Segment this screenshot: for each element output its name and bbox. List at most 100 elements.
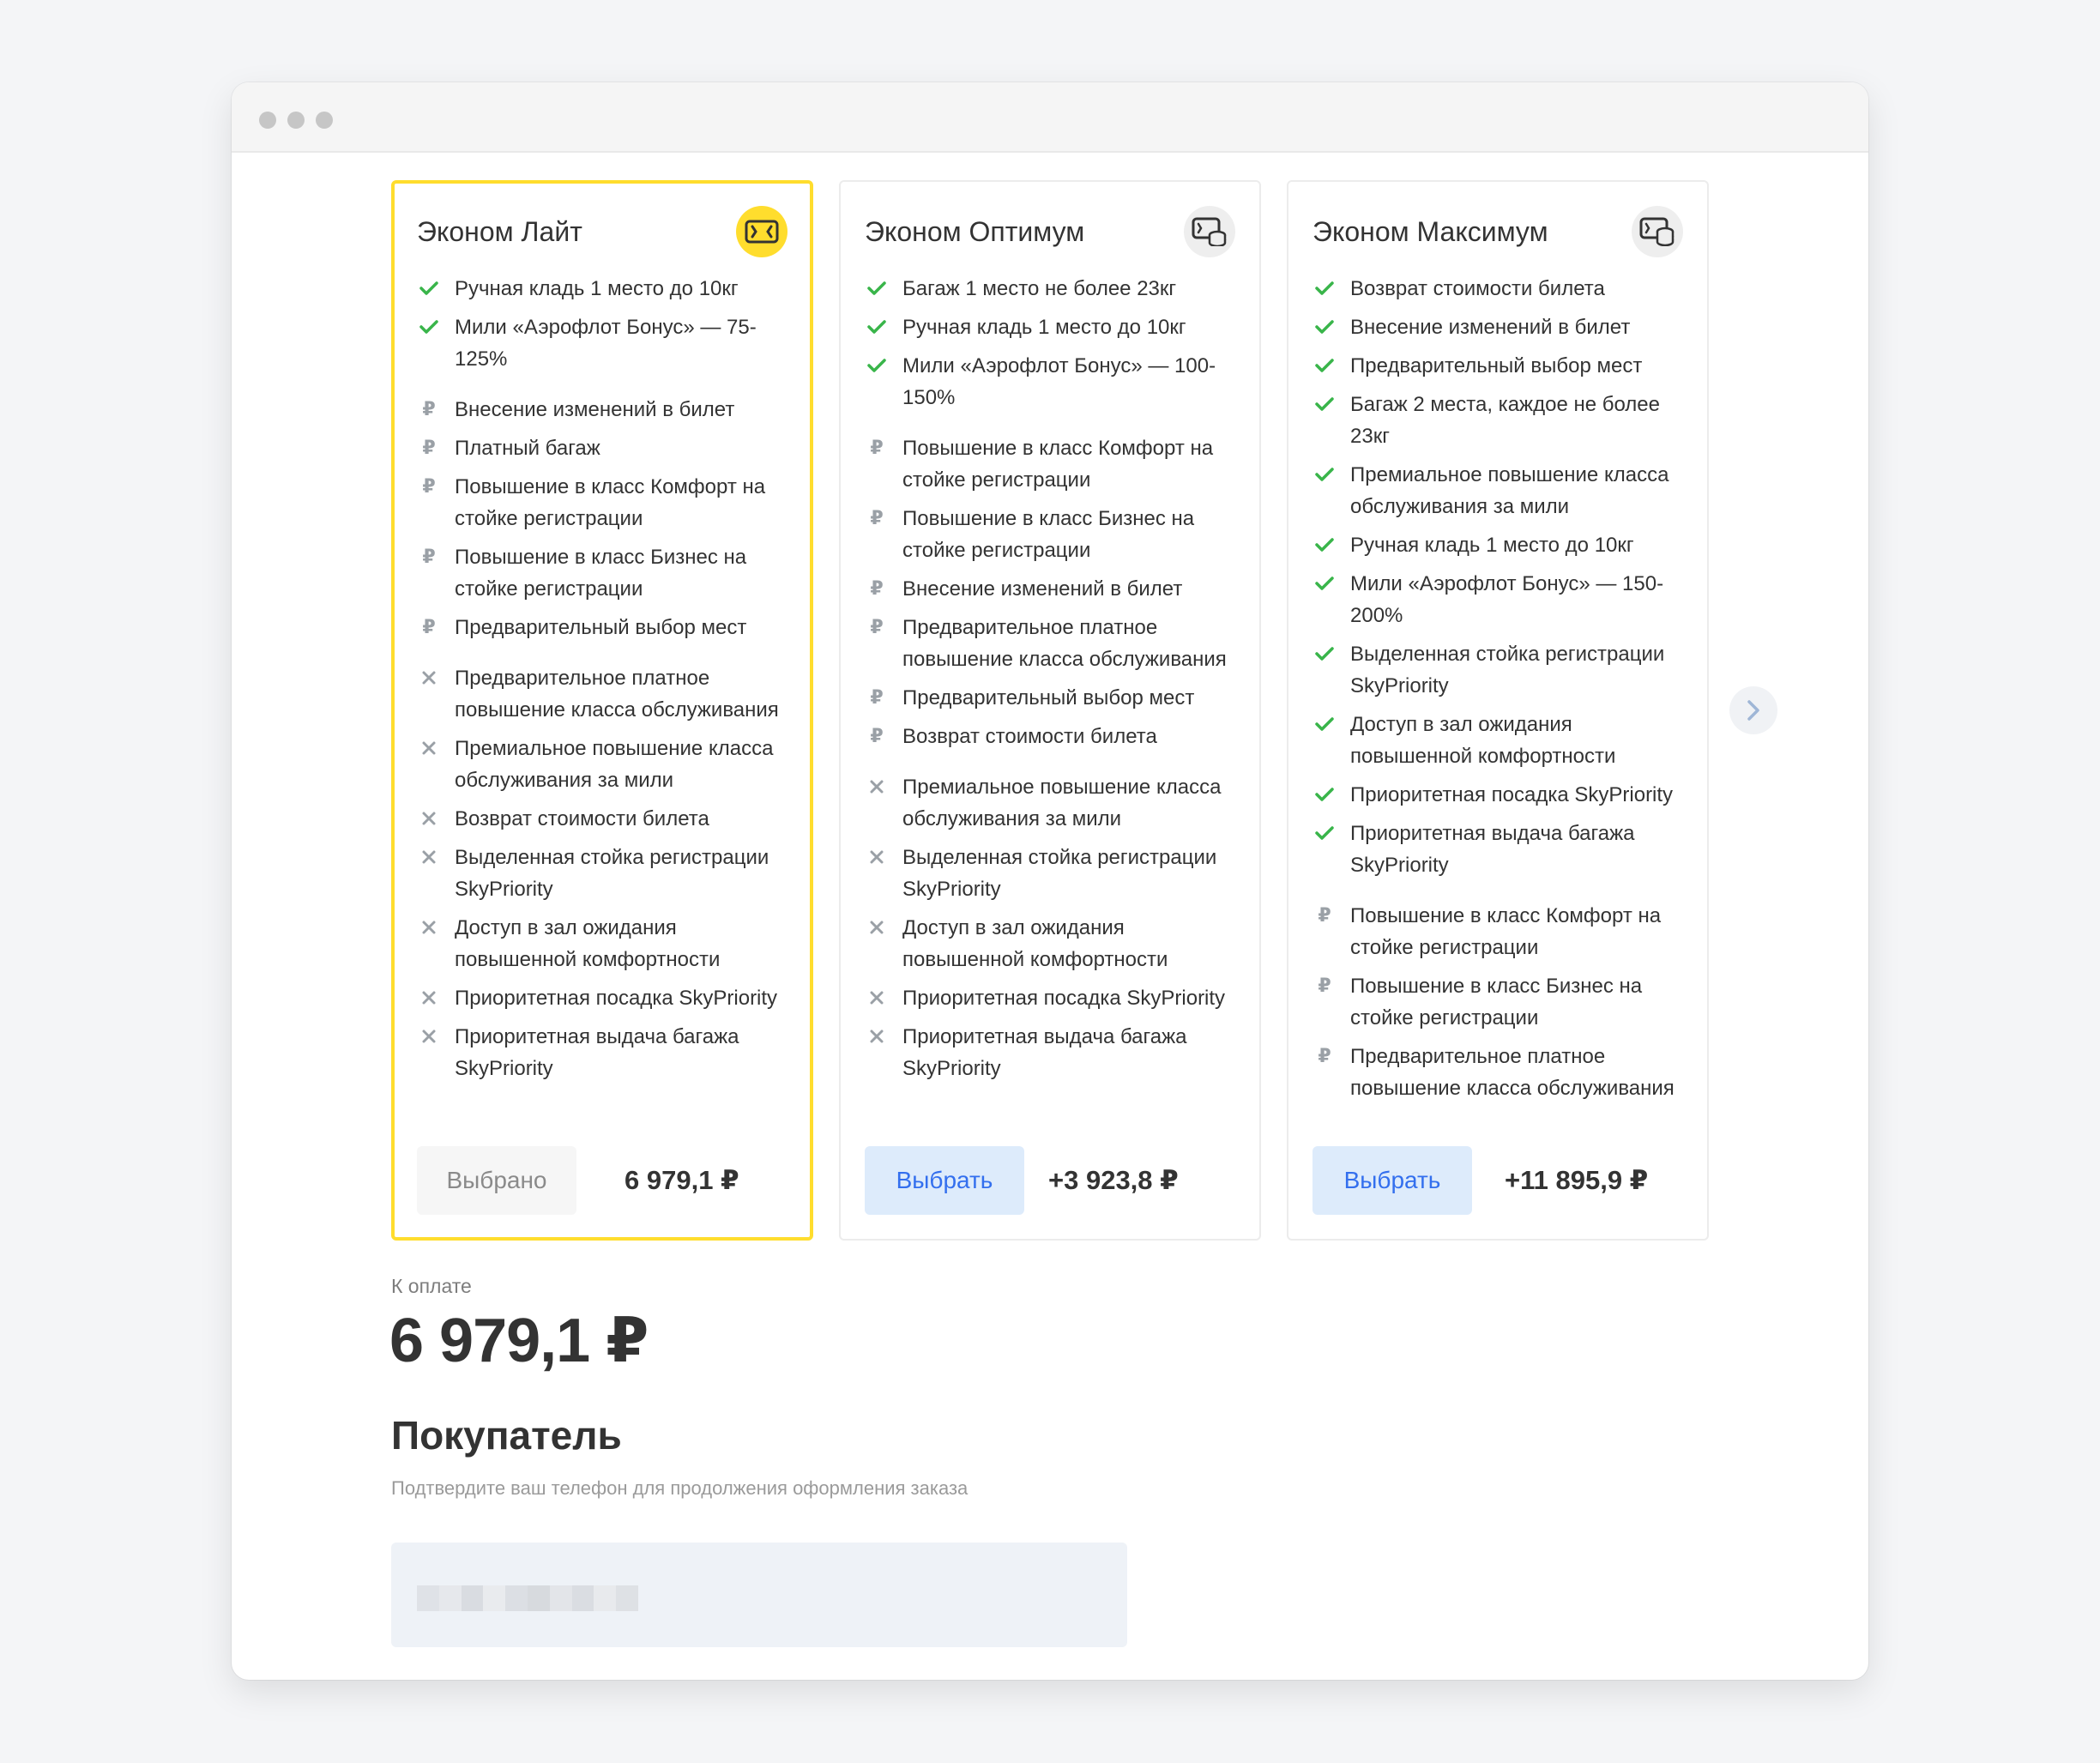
feature-item: Премиальное повышение класса обслуживани…	[417, 733, 789, 796]
ruble-icon: ₽	[870, 725, 884, 746]
feature-text: Предварительное платное повышение класса…	[902, 616, 1227, 671]
masked-phone-value	[417, 1585, 638, 1611]
feature-text: Премиальное повышение класса обслуживани…	[1350, 463, 1669, 518]
card-footer: Выбрано 6 979,1 ₽	[417, 1146, 739, 1215]
card-footer: Выбрать +3 923,8 ₽	[865, 1146, 1179, 1215]
ruble-icon: ₽	[1318, 1045, 1331, 1066]
cross-icon	[419, 847, 439, 867]
ruble-icon: ₽	[870, 577, 884, 599]
window-control-dot[interactable]	[287, 112, 305, 129]
feature-item: ₽ Предварительное платное повышение класс…	[865, 612, 1239, 675]
check-icon	[1314, 317, 1335, 337]
feature-text: Повышение в класс Бизнес на стойке регис…	[902, 507, 1195, 562]
feature-text: Повышение в класс Бизнес на стойке регис…	[455, 546, 747, 601]
check-icon	[866, 278, 887, 299]
check-icon	[419, 317, 439, 337]
feature-text: Багаж 1 место не более 23кг	[902, 277, 1177, 300]
feature-text: Возврат стоимости билета	[455, 807, 709, 830]
feature-item: Возврат стоимости билета	[417, 803, 789, 835]
ruble-icon: ₽	[870, 686, 884, 708]
feature-item: Премиальное повышение класса обслуживани…	[1312, 459, 1687, 522]
feature-text: Приоритетная выдача багажа SkyPriority	[455, 1025, 739, 1080]
window-titlebar	[232, 82, 1868, 153]
check-icon	[866, 317, 887, 337]
feature-item: Приоритетная выдача багажа SkyPriority	[865, 1021, 1239, 1084]
feature-item: ₽ Повышение в класс Комфорт на стойке рег…	[417, 471, 789, 534]
payment-total: 6 979,1 ₽	[389, 1307, 649, 1375]
feature-text: Мили «Аэрофлот Бонус» — 100-150%	[902, 354, 1216, 409]
check-icon	[1314, 573, 1335, 594]
feature-text: Предварительный выбор мест	[1350, 354, 1643, 377]
window-control-dot[interactable]	[316, 112, 333, 129]
ruble-icon: ₽	[422, 398, 436, 420]
check-icon	[866, 355, 887, 376]
ruble-icon: ₽	[870, 437, 884, 458]
feature-item: ₽ Внесение изменений в билет	[417, 394, 789, 426]
phone-input[interactable]	[391, 1543, 1127, 1647]
selected-button[interactable]: Выбрано	[417, 1146, 576, 1215]
payment-label: К оплате	[391, 1275, 472, 1297]
feature-text: Приоритетная посадка SkyPriority	[455, 987, 778, 1010]
cross-icon	[866, 987, 887, 1008]
check-icon	[1314, 784, 1335, 805]
feature-text: Мили «Аэрофлот Бонус» — 150-200%	[1350, 572, 1664, 627]
feature-item: ₽ Повышение в класс Бизнес на стойке реги…	[417, 541, 789, 605]
choose-button[interactable]: Выбрать	[865, 1146, 1024, 1215]
feature-text: Мили «Аэрофлот Бонус» — 75-125%	[455, 316, 757, 371]
feature-item: Доступ в зал ожидания повышенной комфорт…	[1312, 709, 1687, 772]
feature-item: Предварительное платное повышение класса…	[417, 662, 789, 726]
feature-item: Доступ в зал ожидания повышенной комфорт…	[417, 912, 789, 975]
feature-text: Предварительное платное повышение класса…	[455, 667, 779, 722]
feature-item: Ручная кладь 1 место до 10кг	[1312, 529, 1687, 561]
feature-item: Внесение изменений в билет	[1312, 311, 1687, 343]
feature-text: Выделенная стойка регистрации SkyPriorit…	[902, 846, 1217, 901]
check-icon	[1314, 394, 1335, 414]
feature-item: Выделенная стойка регистрации SkyPriorit…	[417, 842, 789, 905]
check-icon	[419, 278, 439, 299]
feature-list: Ручная кладь 1 место до 10кг Мили «Аэрофл…	[417, 273, 789, 1091]
window-control-dot[interactable]	[259, 112, 276, 129]
feature-text: Премиальное повышение класса обслуживани…	[455, 737, 774, 792]
cross-icon	[866, 917, 887, 938]
card-footer: Выбрать +11 895,9 ₽	[1312, 1146, 1648, 1215]
ruble-icon: ₽	[1318, 904, 1331, 926]
tariff-card-econom-maximum[interactable]: Эконом Максимум Возврат стоимости билета…	[1287, 180, 1709, 1241]
cross-icon	[419, 738, 439, 758]
feature-item: ₽ Повышение в класс Комфорт на стойке рег…	[865, 432, 1239, 496]
feature-text: Платный багаж	[455, 437, 600, 460]
choose-button[interactable]: Выбрать	[1312, 1146, 1472, 1215]
feature-item: ₽ Повышение в класс Бизнес на стойке реги…	[1312, 970, 1687, 1034]
feature-item: ₽ Возврат стоимости билета	[865, 721, 1239, 752]
next-tariffs-button[interactable]	[1729, 686, 1777, 734]
tariff-ticket-icon	[736, 206, 788, 257]
feature-text: Доступ в зал ожидания повышенной комфорт…	[1350, 713, 1616, 768]
tariff-card-econom-lite[interactable]: Эконом Лайт Ручная кладь 1 место до 10кг…	[391, 180, 813, 1241]
feature-text: Повышение в класс Комфорт на стойке реги…	[455, 475, 766, 530]
cross-icon	[866, 1026, 887, 1047]
ruble-icon: ₽	[422, 437, 436, 458]
tariff-card-econom-optimum[interactable]: Эконом Оптимум Багаж 1 место не более 23…	[839, 180, 1261, 1241]
browser-window: Эконом Лайт Ручная кладь 1 место до 10кг…	[232, 82, 1868, 1680]
feature-text: Повышение в класс Бизнес на стойке регис…	[1350, 975, 1643, 1029]
feature-item: Премиальное повышение класса обслуживани…	[865, 771, 1239, 835]
feature-item: Предварительный выбор мест	[1312, 350, 1687, 382]
feature-item: Выделенная стойка регистрации SkyPriorit…	[865, 842, 1239, 905]
ruble-icon: ₽	[422, 616, 436, 637]
feature-item: Мили «Аэрофлот Бонус» — 75-125%	[417, 311, 789, 375]
check-icon	[1314, 534, 1335, 555]
check-icon	[1314, 355, 1335, 376]
feature-text: Выделенная стойка регистрации SkyPriorit…	[455, 846, 769, 901]
tariff-ticket-coins-icon	[1184, 206, 1235, 257]
feature-list: Багаж 1 место не более 23кг Ручная кладь …	[865, 273, 1239, 1091]
tariff-title: Эконом Максимум	[1312, 216, 1548, 247]
cross-icon	[419, 987, 439, 1008]
feature-item: Багаж 1 место не более 23кг	[865, 273, 1239, 305]
feature-item: ₽ Повышение в класс Бизнес на стойке реги…	[865, 503, 1239, 566]
cross-icon	[866, 847, 887, 867]
feature-text: Выделенная стойка регистрации SkyPriorit…	[1350, 643, 1665, 697]
ruble-icon: ₽	[422, 475, 436, 497]
feature-item: Приоритетная посадка SkyPriority	[865, 982, 1239, 1014]
feature-text: Повышение в класс Комфорт на стойке реги…	[1350, 904, 1662, 959]
feature-text: Приоритетная выдача багажа SkyPriority	[902, 1025, 1187, 1080]
feature-item: Мили «Аэрофлот Бонус» — 150-200%	[1312, 568, 1687, 631]
